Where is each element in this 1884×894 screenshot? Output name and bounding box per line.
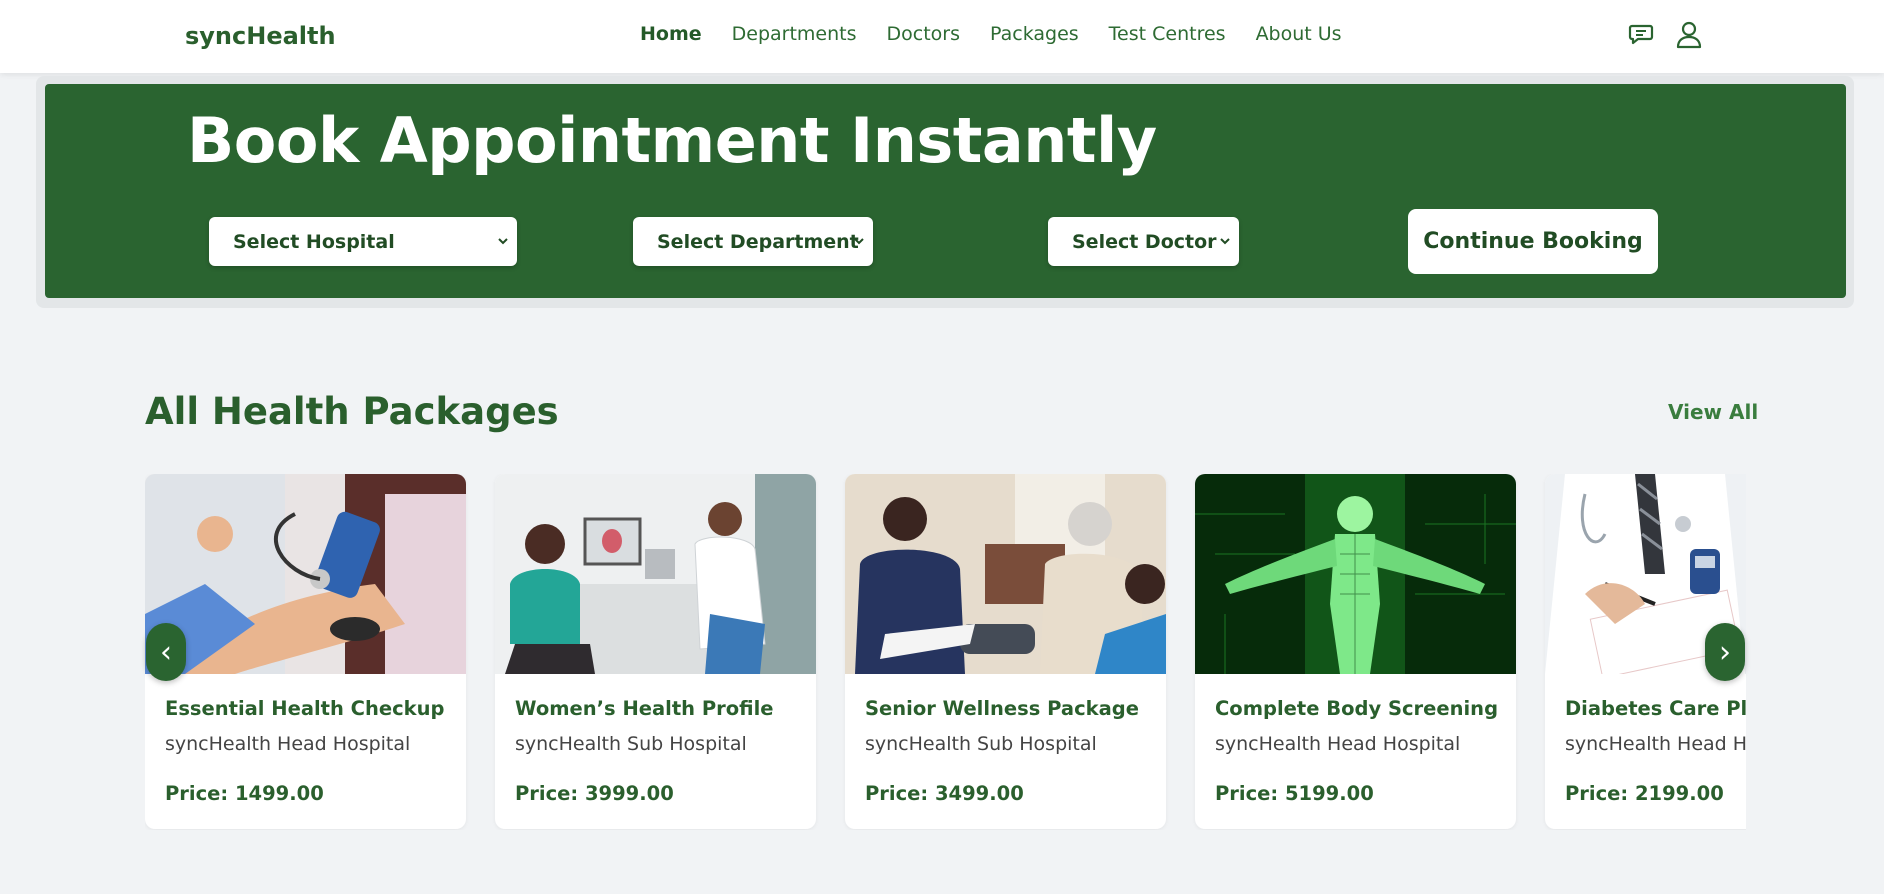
package-price: Price: 3999.00	[515, 782, 674, 805]
package-price: Price: 1499.00	[165, 782, 324, 805]
nav-link-doctors[interactable]: Doctors	[887, 23, 961, 45]
nav-link-about-us[interactable]: About Us	[1256, 23, 1342, 45]
package-name: Women’s Health Profile	[515, 697, 774, 720]
package-hospital: syncHealth Head Hospital	[1215, 733, 1461, 755]
package-image	[495, 474, 816, 674]
package-price: Price: 3499.00	[865, 782, 1024, 805]
package-card[interactable]: Essential Health Checkup syncHealth Head…	[145, 474, 466, 829]
package-hospital: syncHealth Head Hospital	[165, 733, 411, 755]
chevron-down-icon	[1219, 231, 1231, 255]
carousel-prev-button[interactable]: ‹	[146, 623, 186, 681]
continue-booking-button[interactable]: Continue Booking	[1408, 209, 1658, 274]
nav-link-test-centres[interactable]: Test Centres	[1109, 23, 1226, 45]
package-image	[1195, 474, 1516, 674]
package-image	[145, 474, 466, 674]
package-image	[845, 474, 1166, 674]
chevron-down-icon	[497, 231, 509, 255]
package-card[interactable]: Women’s Health Profile syncHealth Sub Ho…	[495, 474, 816, 829]
hero-title: Book Appointment Instantly	[187, 104, 1157, 177]
package-card[interactable]: Senior Wellness Package syncHealth Sub H…	[845, 474, 1166, 829]
select-doctor[interactable]: Select Doctor	[1048, 217, 1239, 266]
select-department-label: Select Department	[657, 230, 859, 253]
view-all-link[interactable]: View All	[1668, 400, 1758, 424]
packages-carousel: Essential Health Checkup syncHealth Head…	[145, 474, 1746, 830]
carousel-next-button[interactable]: ›	[1705, 623, 1745, 681]
package-price: Price: 5199.00	[1215, 782, 1374, 805]
user-icon[interactable]	[1674, 20, 1704, 50]
select-department[interactable]: Select Department	[633, 217, 873, 266]
nav-link-departments[interactable]: Departments	[732, 23, 857, 45]
select-hospital-label: Select Hospital	[233, 230, 395, 253]
chat-icon[interactable]	[1626, 20, 1656, 50]
nav-link-packages[interactable]: Packages	[990, 23, 1079, 45]
section-title: All Health Packages	[145, 390, 559, 433]
chevron-down-icon	[853, 231, 865, 255]
nav-link-home[interactable]: Home	[640, 23, 702, 45]
nav-icons	[1626, 20, 1704, 50]
package-name: Senior Wellness Package	[865, 697, 1139, 720]
booking-hero: Book Appointment Instantly Select Hospit…	[45, 84, 1846, 298]
select-hospital[interactable]: Select Hospital	[209, 217, 517, 266]
package-name: Diabetes Care Plan	[1565, 697, 1746, 720]
package-name: Complete Body Screening	[1215, 697, 1499, 720]
nav-links: Home Departments Doctors Packages Test C…	[640, 23, 1342, 45]
navbar: syncHealth Home Departments Doctors Pack…	[0, 0, 1884, 73]
brand-logo[interactable]: syncHealth	[185, 22, 336, 50]
package-name: Essential Health Checkup	[165, 697, 445, 720]
package-price: Price: 2199.00	[1565, 782, 1724, 805]
package-hospital: syncHealth Head Hospital	[1565, 733, 1746, 755]
select-doctor-label: Select Doctor	[1072, 230, 1217, 253]
package-hospital: syncHealth Sub Hospital	[515, 733, 747, 755]
package-hospital: syncHealth Sub Hospital	[865, 733, 1097, 755]
package-card[interactable]: Complete Body Screening syncHealth Head …	[1195, 474, 1516, 829]
